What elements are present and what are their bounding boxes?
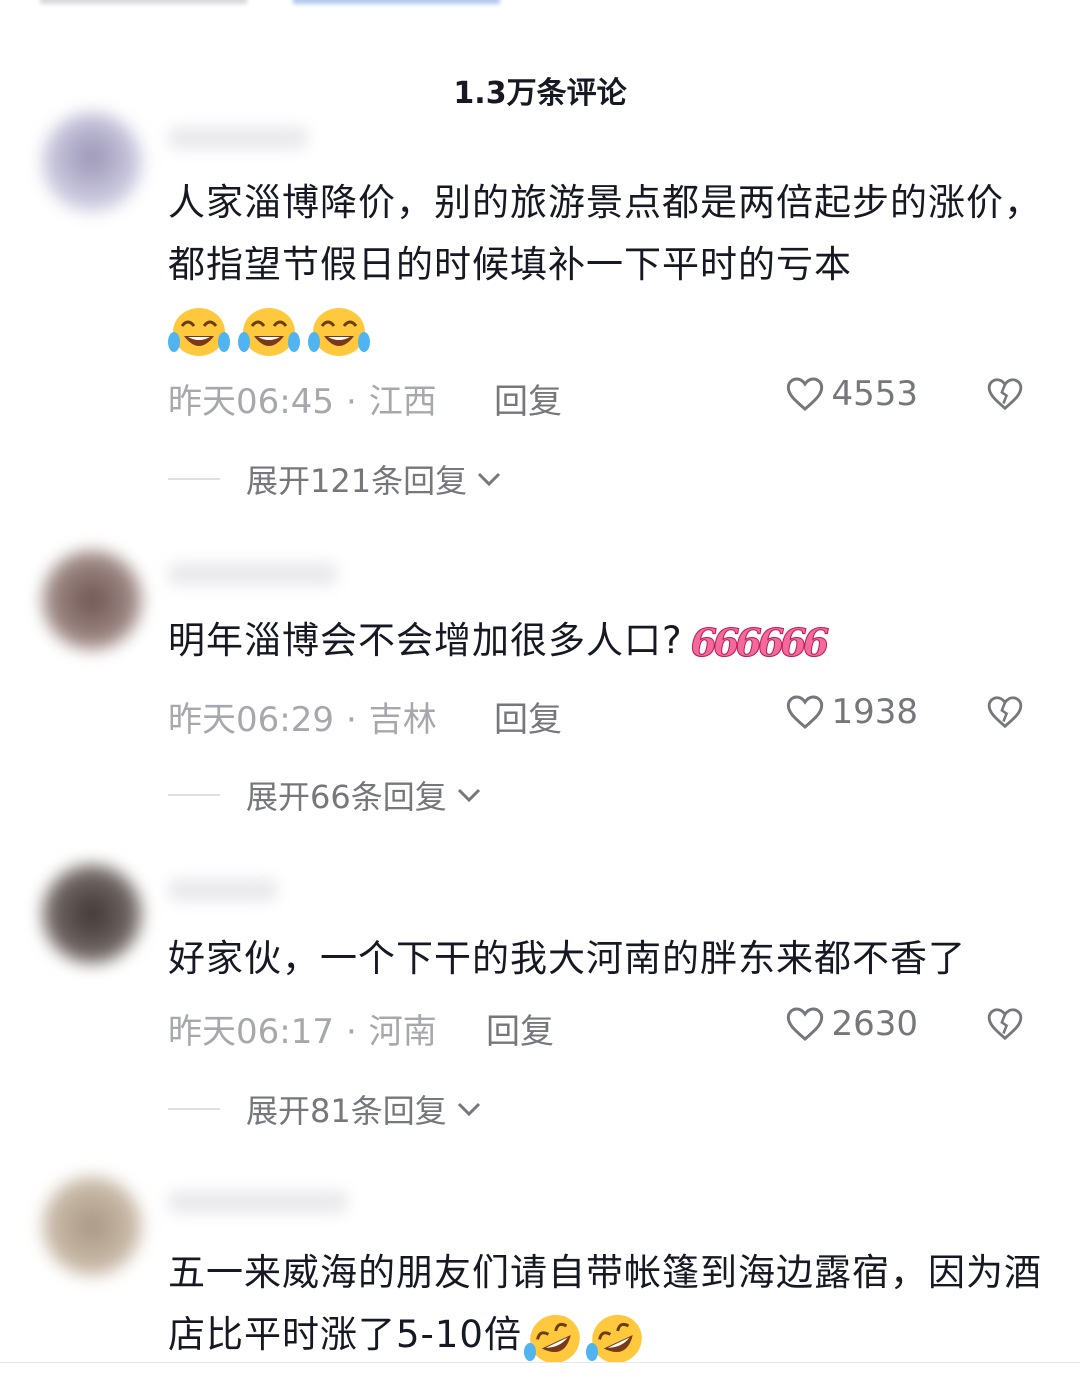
comment-meta: 昨天06:17 · 河南 回复	[168, 1004, 554, 1053]
avatar[interactable]	[42, 1176, 142, 1276]
username-blurred[interactable]	[168, 878, 278, 902]
username-blurred[interactable]	[168, 126, 308, 150]
comment-meta: 昨天06:29 · 吉林 回复	[168, 692, 562, 741]
divider-line	[168, 794, 220, 796]
666-sticker: 666666	[690, 619, 830, 665]
like-button[interactable]: 2630	[785, 1004, 918, 1044]
divider-line	[168, 1108, 220, 1110]
avatar[interactable]	[42, 112, 142, 212]
chevron-down-icon	[457, 788, 480, 803]
bottom-divider	[0, 1362, 1080, 1363]
comment-location: 吉林	[368, 700, 437, 740]
expand-replies[interactable]: 展开66条回复	[168, 772, 483, 818]
reply-button[interactable]: 回复	[494, 692, 562, 741]
broken-heart-icon	[987, 696, 1023, 729]
comment-time: 昨天06:17	[168, 1012, 334, 1052]
comment-time: 昨天06:45	[168, 382, 334, 422]
comment-meta: 昨天06:45 · 江西 回复	[168, 374, 562, 423]
heart-outline-icon	[787, 695, 824, 729]
heart-outline-icon	[787, 1007, 824, 1041]
comment-location: 江西	[368, 382, 437, 422]
rolling-laughing-emoji	[585, 1312, 648, 1363]
like-count: 4553	[831, 374, 918, 414]
comments-count-title: 1.3万条评论	[453, 76, 627, 111]
comment-text: 五一来威海的朋友们请自带帐篷到海边露宿，因为酒店比平时涨了5-10倍	[168, 1242, 1048, 1366]
comment-location: 河南	[368, 1012, 437, 1052]
like-count: 2630	[831, 1004, 918, 1044]
username-blurred[interactable]	[168, 562, 338, 586]
reply-button[interactable]: 回复	[494, 374, 562, 423]
expand-replies-label: 展开81条回复	[246, 1092, 447, 1130]
like-button[interactable]: 1938	[785, 692, 918, 732]
broken-heart-icon	[987, 378, 1023, 411]
expand-replies[interactable]: 展开81条回复	[168, 1086, 483, 1132]
dislike-button[interactable]	[986, 1006, 1024, 1046]
dislike-button[interactable]	[986, 376, 1024, 416]
rolling-laughing-emoji	[523, 1312, 586, 1363]
like-button[interactable]: 4553	[785, 374, 918, 414]
broken-heart-icon	[987, 1008, 1023, 1041]
comment-time: 昨天06:29	[168, 700, 334, 740]
like-count: 1938	[831, 692, 918, 732]
expand-replies[interactable]: 展开121条回复	[168, 456, 503, 502]
expand-replies-label: 展开66条回复	[246, 778, 447, 816]
reply-button[interactable]: 回复	[486, 1004, 554, 1053]
username-blurred[interactable]	[168, 1190, 348, 1214]
avatar[interactable]	[42, 550, 142, 650]
previous-content-edge	[0, 0, 1080, 8]
expand-replies-label: 展开121条回复	[246, 462, 468, 500]
laughing-tears-emoji	[238, 304, 300, 356]
avatar[interactable]	[42, 864, 142, 964]
chevron-down-icon	[457, 1102, 480, 1117]
comment-text: 明年淄博会不会增加很多人口? 666666	[168, 610, 1048, 674]
divider-line	[168, 478, 220, 480]
dislike-button[interactable]	[986, 694, 1024, 734]
chevron-down-icon	[478, 472, 501, 487]
heart-outline-icon	[787, 377, 824, 411]
comment-text: 人家淄博降价，别的旅游景点都是两倍起步的涨价，都指望节假日的时候填补一下平时的亏…	[168, 172, 1048, 358]
comment-text: 好家伙，一个下干的我大河南的胖东来都不香了	[168, 937, 966, 980]
laughing-tears-emoji	[168, 304, 230, 356]
laughing-tears-emoji	[308, 304, 370, 356]
